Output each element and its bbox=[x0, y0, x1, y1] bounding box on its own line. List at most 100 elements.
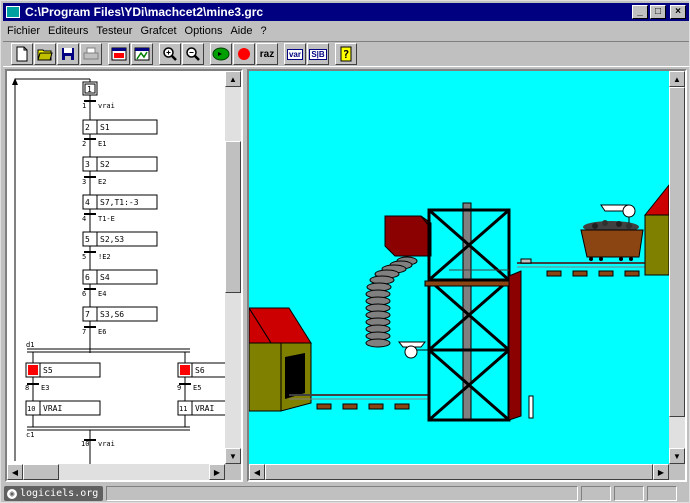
transition-condition: vrai bbox=[98, 440, 115, 448]
toolbar: raz var S|B ? bbox=[3, 41, 689, 67]
go-icon bbox=[212, 47, 230, 61]
stop-record-icon bbox=[238, 48, 250, 60]
hopper-chute bbox=[384, 215, 432, 257]
status-bar: ◉ logiciels.org bbox=[3, 485, 689, 502]
editor-button[interactable] bbox=[108, 43, 130, 65]
maximize-button[interactable]: □ bbox=[650, 5, 666, 19]
scroll-down-arrow-icon[interactable]: ▼ bbox=[669, 448, 685, 464]
editor-window-icon bbox=[111, 47, 127, 61]
scroll-left-arrow-icon[interactable]: ◀ bbox=[7, 464, 23, 480]
horizontal-scrollbar[interactable]: ◀ ▶ bbox=[7, 464, 225, 480]
grafcet-step[interactable]: 11 VRAI bbox=[177, 400, 225, 416]
title-bar[interactable]: C:\Program Files\YDi\machcet2\mine3.grc … bbox=[3, 3, 689, 21]
stop-button[interactable] bbox=[233, 43, 255, 65]
run-button[interactable] bbox=[210, 43, 232, 65]
step-action: S2 bbox=[100, 160, 110, 169]
scrollbar-corner bbox=[225, 464, 241, 480]
simulation-pane[interactable]: ▲ ▼ ◀ ▶ bbox=[247, 69, 687, 482]
menu-editeurs[interactable]: Editeurs bbox=[44, 25, 92, 37]
transition-number: 8 bbox=[25, 384, 29, 392]
transition-number: 7 bbox=[82, 328, 86, 336]
grafcet-diagram: 1 1 vrai 2 S1 2 E1 3 S2 3 E2 4 S7,T1:-3 … bbox=[12, 78, 225, 464]
zoom-in-button[interactable] bbox=[159, 43, 181, 65]
menu-aide[interactable]: Aide bbox=[226, 25, 256, 37]
grafcet-step[interactable]: 5 S2,S3 bbox=[82, 231, 158, 247]
logo-text: logiciels.org bbox=[20, 488, 99, 499]
transition-condition: E5 bbox=[193, 384, 201, 392]
step-action: S3,S6 bbox=[100, 310, 124, 319]
grafcet-step[interactable]: 6 S4 bbox=[82, 269, 158, 285]
step-number: 4 bbox=[85, 198, 90, 207]
grafcet-editor-pane[interactable]: 1 1 vrai 2 S1 2 E1 3 S2 3 E2 4 S7,T1:-3 … bbox=[5, 69, 243, 482]
raz-button[interactable]: raz bbox=[256, 43, 278, 65]
scrollbar-corner bbox=[669, 464, 685, 480]
step-number: 10 bbox=[27, 405, 35, 413]
vertical-scrollbar[interactable]: ▲ ▼ bbox=[225, 71, 241, 464]
menu-grafcet[interactable]: Grafcet bbox=[136, 25, 180, 37]
scroll-down-arrow-icon[interactable]: ▼ bbox=[225, 448, 241, 464]
new-file-button[interactable] bbox=[11, 43, 33, 65]
open-folder-icon bbox=[37, 49, 53, 61]
grafcet-step[interactable]: 7 S3,S6 bbox=[82, 306, 158, 322]
scrollbar-thumb[interactable] bbox=[225, 141, 241, 293]
step-action: S7,T1:-3 bbox=[100, 198, 139, 207]
menu-testeur[interactable]: Testeur bbox=[92, 25, 136, 37]
help-button[interactable]: ? bbox=[335, 43, 357, 65]
transition-condition: T1-E bbox=[98, 215, 115, 223]
transition-number: 4 bbox=[82, 215, 86, 223]
transition-condition: vrai bbox=[98, 102, 115, 110]
table-button[interactable]: S|B bbox=[307, 43, 329, 65]
grafcet-step-active[interactable]: S5 bbox=[25, 362, 101, 378]
scrollbar-thumb[interactable] bbox=[265, 464, 653, 480]
minimize-button[interactable]: _ bbox=[632, 5, 648, 19]
save-disk-icon bbox=[62, 48, 74, 60]
grafcet-step[interactable]: 4 S7,T1:-3 bbox=[82, 194, 158, 210]
horizontal-scrollbar[interactable]: ◀ ▶ bbox=[249, 464, 669, 480]
question-mark-icon: ? bbox=[340, 46, 352, 62]
status-field-3 bbox=[614, 486, 645, 501]
grafcet-step[interactable]: 3 S2 bbox=[82, 156, 158, 172]
scroll-up-arrow-icon[interactable]: ▲ bbox=[225, 71, 241, 87]
scroll-up-arrow-icon[interactable]: ▲ bbox=[669, 71, 685, 87]
vertical-scrollbar[interactable]: ▲ ▼ bbox=[669, 71, 685, 464]
transition-condition: E3 bbox=[41, 384, 49, 392]
grafcet-step[interactable]: 10 VRAI bbox=[25, 400, 101, 416]
scroll-right-arrow-icon[interactable]: ▶ bbox=[209, 464, 225, 480]
printer-icon bbox=[83, 47, 99, 60]
new-file-icon bbox=[16, 46, 28, 62]
close-button[interactable]: × bbox=[670, 5, 686, 19]
transition-number: 1 bbox=[82, 102, 86, 110]
app-icon bbox=[6, 6, 20, 18]
save-button[interactable] bbox=[57, 43, 79, 65]
zoom-out-button[interactable] bbox=[182, 43, 204, 65]
scroll-right-arrow-icon[interactable]: ▶ bbox=[653, 464, 669, 480]
menu-fichier[interactable]: Fichier bbox=[3, 25, 44, 37]
scroll-left-arrow-icon[interactable]: ◀ bbox=[249, 464, 265, 480]
grafcet-step-active[interactable]: S6 bbox=[177, 362, 225, 378]
convergence-label: c1 bbox=[26, 431, 34, 439]
application-window: C:\Program Files\YDi\machcet2\mine3.grc … bbox=[0, 0, 690, 503]
scrollbar-thumb[interactable] bbox=[669, 87, 685, 417]
grafcet-step[interactable]: 2 S1 bbox=[82, 119, 158, 135]
mine-cart bbox=[580, 220, 644, 261]
scrollbar-thumb[interactable] bbox=[23, 464, 59, 480]
transition-number: 9 bbox=[177, 384, 181, 392]
transition-number: 10 bbox=[81, 440, 89, 448]
print-button[interactable] bbox=[80, 43, 102, 65]
variables-button[interactable]: var bbox=[284, 43, 306, 65]
transition-number: 3 bbox=[82, 178, 86, 186]
open-button[interactable] bbox=[34, 43, 56, 65]
mine-simulation-scene bbox=[249, 71, 669, 464]
menu-options[interactable]: Options bbox=[181, 25, 227, 37]
menu-help[interactable]: ? bbox=[256, 25, 270, 37]
step-number: 2 bbox=[85, 123, 90, 132]
simulation-button[interactable] bbox=[131, 43, 153, 65]
status-field-4 bbox=[647, 486, 678, 501]
svg-text:?: ? bbox=[343, 48, 350, 61]
initial-step[interactable]: 1 bbox=[82, 81, 98, 96]
logiciels-logo: ◉ logiciels.org bbox=[4, 486, 104, 501]
step-number: 3 bbox=[85, 160, 90, 169]
transition-condition: !E2 bbox=[98, 253, 111, 261]
step-number: 6 bbox=[85, 273, 90, 282]
status-field-2 bbox=[581, 486, 612, 501]
